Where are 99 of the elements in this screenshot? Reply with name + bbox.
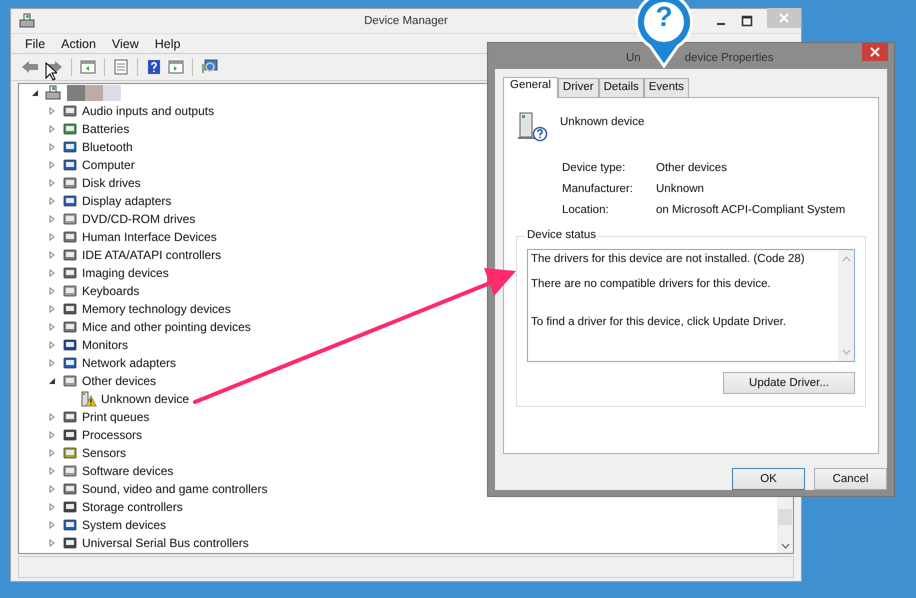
tree-item[interactable]: Print queues [19,408,777,426]
expand-arrow-icon[interactable] [48,287,56,295]
expand-arrow-icon[interactable] [48,233,56,241]
scroll-down-icon[interactable] [780,543,790,549]
property-value: Unknown [656,183,705,195]
device-name: Unknown device [560,116,644,128]
ok-button[interactable]: OK [732,468,805,490]
tree-item[interactable]: Processors [19,426,777,444]
expand-arrow-icon[interactable] [48,359,56,367]
expand-arrow-icon[interactable] [48,341,56,349]
device-icon [62,373,78,389]
expand-arrow-icon[interactable] [48,413,56,421]
expand-arrow-icon[interactable] [48,143,56,151]
expand-arrow-icon[interactable] [48,125,56,133]
device-icon [62,499,78,515]
unknown-device-icon [516,110,548,142]
redacted-name [67,85,121,101]
expand-arrow-icon[interactable] [48,503,56,511]
properties-icon[interactable] [113,59,129,75]
tree-item[interactable]: Bluetooth [19,138,777,156]
device-icon [62,139,78,155]
property-label: Device type: [562,162,626,174]
device-icon [62,175,78,191]
update-driver-button[interactable]: Update Driver... [723,372,855,394]
device-icon [62,247,78,263]
device-icon [62,265,78,281]
property-value: Other devices [656,162,728,174]
collapse-arrow-icon[interactable] [48,377,56,385]
property-label: Manufacturer: [562,183,634,195]
expand-arrow-icon[interactable] [48,197,56,205]
expand-arrow-icon[interactable] [48,251,56,259]
device-icon [62,301,78,317]
status-text: To find a driver for this device, click Update Driver. [531,316,788,328]
device-icon [62,319,78,335]
device-icon [62,355,78,371]
device-icon [62,121,78,137]
expand-arrow-icon[interactable] [48,467,56,475]
property-label: Location: [562,204,610,216]
menu-item[interactable]: Action [53,36,104,50]
expand-arrow-icon[interactable] [48,431,56,439]
status-text: The drivers for this device are not installed. (Code 28) [531,253,806,265]
tree-item[interactable]: Universal Serial Bus controllers [19,534,777,552]
device-icon [62,211,78,227]
panel-icon[interactable] [168,59,184,75]
property-value: on Microsoft ACPI-Compliant System [656,204,846,216]
help-icon[interactable] [146,59,162,75]
tab[interactable]: General [503,77,558,98]
close-icon [779,13,789,23]
device-icon [62,283,78,299]
menu-item[interactable]: File [17,36,54,50]
expand-arrow-icon[interactable] [48,179,56,187]
device-icon [62,193,78,209]
expand-arrow-icon[interactable] [48,107,56,115]
tree-item[interactable]: Sensors [19,444,777,462]
device-icon [62,103,78,119]
expand-arrow-icon[interactable] [48,161,56,169]
device-icon [62,409,78,425]
expand-arrow-icon[interactable] [48,485,56,493]
expand-arrow-icon[interactable] [48,449,56,457]
device-icon [62,481,78,497]
dialog-title: device Properties [684,52,774,64]
menu-item[interactable]: Help [146,36,188,50]
maximize-icon[interactable] [741,15,753,27]
tree-item[interactable]: System devices [19,516,777,534]
back-arrow-icon[interactable] [21,60,39,74]
expand-arrow-icon[interactable] [48,215,56,223]
window-title: Device Manager [364,15,448,27]
expand-arrow-icon[interactable] [48,539,56,547]
expand-arrow-icon[interactable] [48,305,56,313]
tab[interactable]: Driver [558,78,599,97]
expand-arrow-icon[interactable] [48,323,56,331]
expand-arrow-icon[interactable] [48,521,56,529]
device-icon [62,337,78,353]
device-icon [62,463,78,479]
close-icon [870,47,880,57]
panel-icon[interactable] [80,59,96,75]
status-text-box[interactable]: The drivers for this device are not installed. (Code 28) There are no compatible drivers for this device. To find a driver for this device, click Update Driver. [527,249,855,362]
scroll-up-icon[interactable] [842,256,850,262]
tree-item[interactable]: Storage controllers [19,498,777,516]
dialog-title: Un [626,52,641,64]
group-label: Device status [525,229,598,241]
device-icon [62,157,78,173]
device-icon [62,535,78,551]
device-icon [62,229,78,245]
collapse-arrow-icon[interactable] [31,89,39,97]
menu-item[interactable]: View [104,36,147,50]
device-icon [62,445,78,461]
cancel-button[interactable]: Cancel [814,468,887,490]
device-icon [62,517,78,533]
scan-monitor-icon[interactable] [201,59,219,75]
device-icon [62,427,78,443]
scroll-thumb[interactable] [778,509,792,525]
tab[interactable]: Events [644,78,689,97]
tab[interactable]: Details [598,78,644,97]
computer-icon [19,13,35,29]
mouse-cursor-icon [45,62,57,81]
close-button[interactable] [862,43,888,61]
status-text: There are no compatible drivers for this device. [531,278,772,290]
expand-arrow-icon[interactable] [48,269,56,277]
